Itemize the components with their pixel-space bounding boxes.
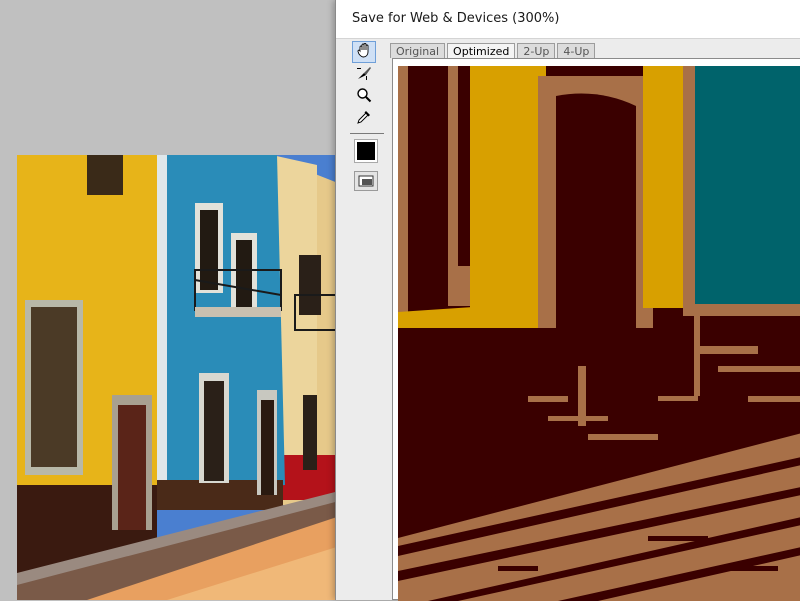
slice-select-icon — [355, 65, 373, 85]
title-bar[interactable]: Save for Web & Devices (300%) — [336, 0, 800, 39]
tab-optimized[interactable]: Optimized — [447, 43, 516, 59]
view-tabs: Original Optimized 2-Up 4-Up — [390, 43, 597, 59]
eyedropper-icon — [356, 109, 372, 129]
background-photo — [17, 155, 343, 600]
zoom-icon — [356, 87, 372, 107]
eyedropper-color-swatch[interactable] — [354, 139, 378, 163]
preview-frame — [392, 58, 800, 601]
toggle-slices-visibility-button[interactable] — [354, 171, 378, 191]
slices-visibility-icon — [358, 172, 374, 191]
tool-separator — [350, 133, 384, 134]
tab-original[interactable]: Original — [390, 43, 446, 58]
slice-select-tool-button[interactable] — [352, 64, 376, 86]
tab-4-up[interactable]: 4-Up — [557, 43, 596, 58]
save-for-web-dialog: Save for Web & Devices (300%) Original O… — [335, 0, 800, 601]
hand-icon — [356, 42, 372, 62]
optimized-preview-image[interactable] — [398, 66, 800, 601]
zoom-tool-button[interactable] — [352, 86, 376, 108]
hand-tool-button[interactable] — [352, 41, 376, 63]
tab-2-up[interactable]: 2-Up — [517, 43, 556, 58]
eyedropper-tool-button[interactable] — [352, 108, 376, 130]
window-title: Save for Web & Devices (300%) — [352, 11, 560, 26]
color-swatch-fill — [357, 142, 375, 160]
